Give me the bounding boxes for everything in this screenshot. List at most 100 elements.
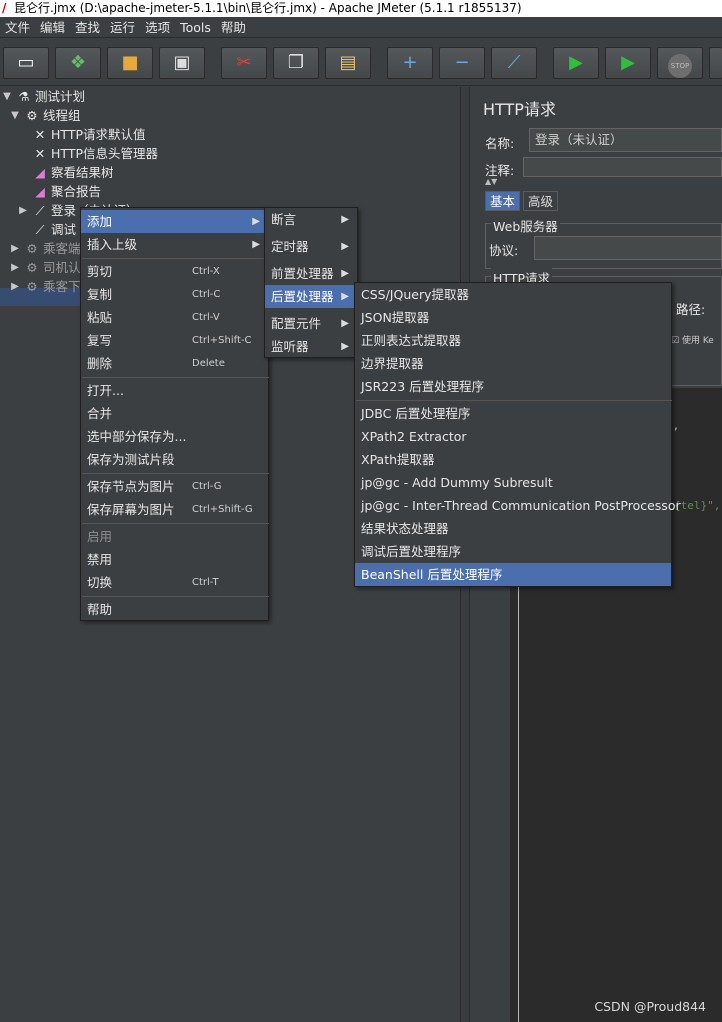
post-item-json[interactable]: JSON提取器 <box>355 306 671 329</box>
menu-item-save-screen-image[interactable]: 保存屏幕为图片 Ctrl+Shift-G <box>81 498 268 521</box>
expand-toggle-icon[interactable]: ▶ <box>10 239 20 258</box>
checkbox-icon: ☑ <box>671 336 680 346</box>
cut-button[interactable]: ✂ <box>221 47 267 79</box>
comment-field[interactable] <box>523 157 722 177</box>
post-item-dummy-subresult[interactable]: jp@gc - Add Dummy Subresult <box>355 471 671 494</box>
menu-file[interactable]: 文件 <box>0 17 35 38</box>
menu-edit[interactable]: 编辑 <box>35 17 70 38</box>
menu-item-cut[interactable]: 剪切 Ctrl-X <box>81 260 268 283</box>
web-server-label: Web服务器 <box>491 216 560 235</box>
submenu-item-timers[interactable]: 定时器 ▶ <box>265 235 357 258</box>
new-button[interactable]: ▭ <box>3 47 49 79</box>
start-no-pause-button[interactable]: ▶ <box>605 47 651 79</box>
tree-node-result-tree[interactable]: ◢ 察看结果树 <box>32 163 113 182</box>
menu-item-enable[interactable]: 启用 <box>81 525 268 548</box>
tab-basic[interactable]: 基本 <box>485 191 521 211</box>
add-submenu: 断言 ▶ 定时器 ▶ 前置处理器 ▶ 后置处理器 ▶ 配置元件 ▶ 监听器 ▶ <box>264 207 358 358</box>
menu-tools[interactable]: Tools <box>175 17 216 38</box>
menu-search[interactable]: 查找 <box>70 17 105 38</box>
expand-button[interactable]: + <box>387 47 433 79</box>
tree-node-header-manager[interactable]: ✕ HTTP信息头管理器 <box>32 144 158 163</box>
templates-button[interactable]: ❖ <box>55 47 101 79</box>
menu-run[interactable]: 运行 <box>105 17 140 38</box>
chart-icon: ◢ <box>35 165 45 180</box>
expand-toggle-icon[interactable]: ▶ <box>10 277 20 296</box>
tree-node-group2[interactable]: ▶ ⚙ 司机认 <box>10 258 80 277</box>
submenu-item-listeners[interactable]: 监听器 ▶ <box>265 335 357 358</box>
tree-node-aggregate-report[interactable]: ◢ 聚合报告 <box>32 182 101 201</box>
submenu-item-pre-processors[interactable]: 前置处理器 ▶ <box>265 262 357 285</box>
stop-icon: STOP <box>668 54 692 78</box>
collapse-arrows-icon[interactable]: ▲▼ <box>485 177 497 186</box>
submenu-item-config-elements[interactable]: 配置元件 ▶ <box>265 312 357 335</box>
name-field[interactable]: 登录（未认证） <box>529 128 722 152</box>
stop-button[interactable]: STOP <box>657 47 703 79</box>
tree-node-thread-group[interactable]: ▼ ⚙ 线程组 <box>10 106 80 125</box>
path-label: 路径: <box>676 302 706 317</box>
post-item-xpath2[interactable]: XPath2 Extractor <box>355 425 671 448</box>
start-button[interactable]: ▶ <box>553 47 599 79</box>
tree-node-group3[interactable]: ▶ ⚙ 乘客下 <box>10 277 80 296</box>
menu-item-add[interactable]: 添加 ▶ <box>81 210 268 233</box>
tree-node-test-plan[interactable]: ▼ ⚗ 测试计划 <box>2 87 85 106</box>
expand-toggle-icon[interactable]: ▶ <box>10 258 20 277</box>
templates-icon: ❖ <box>69 52 87 73</box>
menu-item-save-fragment[interactable]: 保存为测试片段 <box>81 448 268 471</box>
start-icon: ▶ <box>569 52 583 73</box>
post-item-xpath[interactable]: XPath提取器 <box>355 448 671 471</box>
menu-separator <box>82 258 269 259</box>
keepalive-checkbox[interactable]: ☑ 使用 Ke <box>671 333 714 346</box>
save-icon: ▣ <box>173 52 191 73</box>
collapse-toggle-icon[interactable]: ▼ <box>2 87 12 106</box>
post-item-result-status[interactable]: 结果状态处理器 <box>355 517 671 540</box>
tab-advanced[interactable]: 高级 <box>523 191 559 211</box>
toggle-button[interactable]: ⟋ <box>491 47 537 79</box>
post-item-boundary[interactable]: 边界提取器 <box>355 352 671 375</box>
expand-toggle-icon[interactable]: ▶ <box>18 201 28 220</box>
menu-item-help[interactable]: 帮助 <box>81 598 268 621</box>
menu-bar: 文件 编辑 查找 运行 选项 Tools 帮助 <box>0 17 722 38</box>
submenu-arrow-icon: ▶ <box>341 291 349 302</box>
protocol-field[interactable] <box>534 236 722 260</box>
copy-button[interactable]: ❐ <box>273 47 319 79</box>
menu-item-paste[interactable]: 粘贴 Ctrl-V <box>81 306 268 329</box>
tree-node-http-defaults[interactable]: ✕ HTTP请求默认值 <box>32 125 146 144</box>
post-item-regex[interactable]: 正则表达式提取器 <box>355 329 671 352</box>
submenu-arrow-icon: ▶ <box>341 341 349 352</box>
post-item-jdbc[interactable]: JDBC 后置处理程序 <box>355 402 671 425</box>
save-button[interactable]: ▣ <box>159 47 205 79</box>
collapse-toggle-icon[interactable]: ▼ <box>10 106 20 125</box>
tree-node-group1[interactable]: ▶ ⚙ 乘客端 <box>10 239 80 258</box>
menu-item-merge[interactable]: 合并 <box>81 402 268 425</box>
post-item-debug[interactable]: 调试后置处理程序 <box>355 540 671 563</box>
post-item-jsr223[interactable]: JSR223 后置处理程序 <box>355 375 671 398</box>
window-title: 昆仑行.jmx (D:\apache-jmeter-5.1.1\bin\昆仑行.… <box>14 1 522 15</box>
tree-node-debug[interactable]: ⟋ 调试 <box>32 220 76 239</box>
menu-help[interactable]: 帮助 <box>216 17 251 38</box>
post-item-css-jquery[interactable]: CSS/JQuery提取器 <box>355 283 671 306</box>
watermark: CSDN @Proud844 <box>594 999 706 1014</box>
post-item-beanshell[interactable]: BeanShell 后置处理程序 <box>355 563 671 586</box>
menu-item-delete[interactable]: 删除 Delete <box>81 352 268 375</box>
collapse-button[interactable]: − <box>439 47 485 79</box>
menu-item-toggle[interactable]: 切换 Ctrl-T <box>81 571 268 594</box>
flask-icon: ⚗ <box>18 89 30 104</box>
submenu-item-post-processors[interactable]: 后置处理器 ▶ <box>265 285 357 308</box>
paste-button[interactable]: ▤ <box>325 47 371 79</box>
menu-item-copy[interactable]: 复制 Ctrl-C <box>81 283 268 306</box>
menu-item-disable[interactable]: 禁用 <box>81 548 268 571</box>
shutdown-button[interactable] <box>709 47 722 79</box>
code-snippet-comma: , <box>674 418 678 432</box>
post-item-inter-thread[interactable]: jp@gc - Inter-Thread Communication PostP… <box>355 494 681 517</box>
window-title-bar: / 昆仑行.jmx (D:\apache-jmeter-5.1.1\bin\昆仑行… <box>0 0 722 17</box>
submenu-item-assertions[interactable]: 断言 ▶ <box>265 208 357 231</box>
menu-item-save-selection[interactable]: 选中部分保存为... <box>81 425 268 448</box>
menu-item-duplicate[interactable]: 复写 Ctrl+Shift-C <box>81 329 268 352</box>
menu-options[interactable]: 选项 <box>140 17 175 38</box>
open-button[interactable]: ■ <box>107 47 153 79</box>
menu-item-insert-parent[interactable]: 插入上级 ▶ <box>81 233 268 256</box>
pipette-icon: ⟋ <box>35 222 45 237</box>
menu-item-save-node-image[interactable]: 保存节点为图片 Ctrl-G <box>81 475 268 498</box>
menu-item-open[interactable]: 打开... <box>81 379 268 402</box>
new-icon: ▭ <box>17 52 35 73</box>
